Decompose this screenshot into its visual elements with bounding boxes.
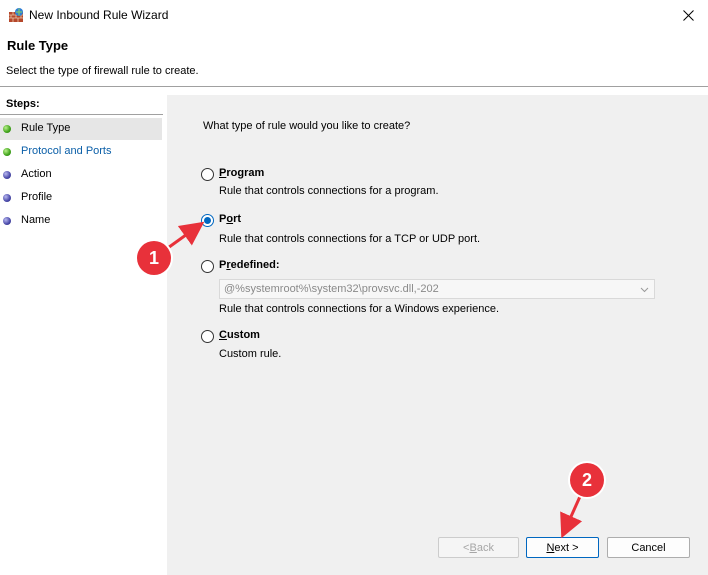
firewall-icon: [9, 8, 23, 22]
port-description: Rule that controls connections for a TCP…: [219, 233, 481, 245]
steps-sidebar: Steps: Rule Type Protocol and Ports Acti…: [0, 95, 163, 575]
predefined-description: Rule that controls connections for a Win…: [219, 303, 500, 315]
custom-radio[interactable]: [201, 330, 214, 343]
port-label[interactable]: Port: [219, 213, 241, 225]
step-label: Action: [21, 168, 52, 180]
step-label: Protocol and Ports: [21, 145, 112, 157]
step-pending-icon: [3, 171, 11, 179]
custom-label[interactable]: Custom: [219, 329, 260, 341]
program-description: Rule that controls connections for a pro…: [219, 185, 439, 197]
steps-heading: Steps:: [0, 95, 163, 115]
header-divider: [0, 86, 708, 87]
close-icon: [682, 9, 694, 21]
page-description: Select the type of firewall rule to crea…: [6, 65, 199, 77]
title-bar: New Inbound Rule Wizard: [0, 0, 708, 30]
step-complete-icon: [3, 148, 11, 156]
predefined-label[interactable]: Predefined:: [219, 259, 280, 271]
custom-description: Custom rule.: [219, 348, 282, 360]
annotation-badge-2: 2: [570, 463, 604, 497]
step-profile[interactable]: Profile: [0, 187, 162, 209]
step-protocol-and-ports[interactable]: Protocol and Ports: [0, 141, 162, 163]
step-pending-icon: [3, 217, 11, 225]
step-action[interactable]: Action: [0, 164, 162, 186]
predefined-radio[interactable]: [201, 260, 214, 273]
step-label: Rule Type: [21, 122, 71, 134]
step-pending-icon: [3, 194, 11, 202]
program-label[interactable]: Program: [219, 167, 264, 179]
close-button[interactable]: [668, 0, 708, 30]
window-title: New Inbound Rule Wizard: [29, 8, 169, 22]
page-title: Rule Type: [7, 38, 69, 53]
back-button[interactable]: < Back: [438, 537, 519, 558]
wizard-header: Rule Type Select the type of firewall ru…: [0, 30, 708, 86]
step-rule-type[interactable]: Rule Type: [0, 118, 162, 140]
step-label: Name: [21, 214, 51, 226]
annotation-badge-1: 1: [137, 241, 171, 275]
predefined-select-value: @%systemroot%\system32\provsvc.dll,-202: [224, 283, 439, 295]
step-complete-icon: [3, 125, 11, 133]
next-button[interactable]: Next >: [526, 537, 599, 558]
step-label: Profile: [21, 191, 53, 203]
program-radio[interactable]: [201, 168, 214, 181]
question-text: What type of rule would you like to crea…: [203, 120, 411, 132]
step-name[interactable]: Name: [0, 210, 162, 232]
predefined-select[interactable]: @%systemroot%\system32\provsvc.dll,-202: [219, 279, 655, 299]
port-radio[interactable]: [201, 214, 214, 227]
cancel-button[interactable]: Cancel: [607, 537, 690, 558]
chevron-down-icon: [640, 287, 649, 293]
wizard-content: What type of rule would you like to crea…: [167, 95, 708, 575]
